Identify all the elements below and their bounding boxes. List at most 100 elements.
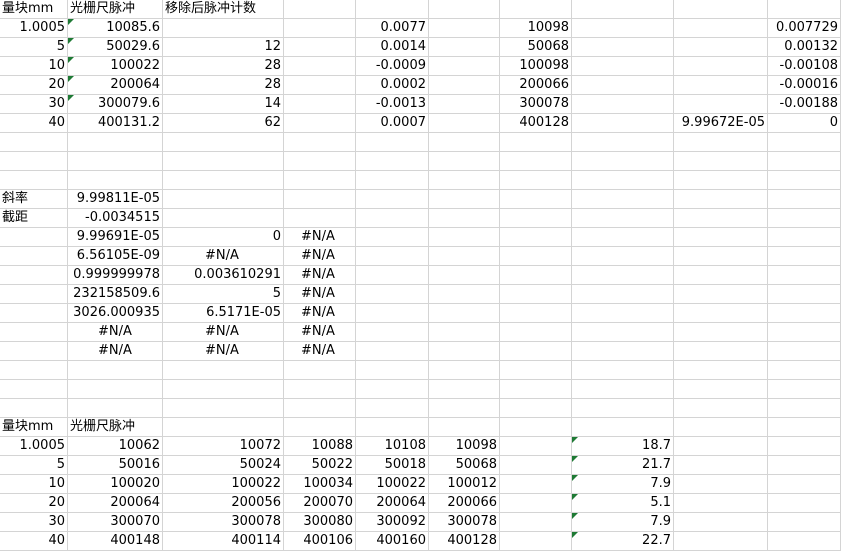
grid-cell[interactable] [0,228,68,247]
grid-cell[interactable]: 10 [0,57,68,76]
grid-cell[interactable] [674,342,768,361]
grid-cell[interactable] [768,399,841,418]
grid-cell[interactable]: 0.007729 [768,19,841,38]
grid-cell[interactable]: #N/A [284,228,356,247]
grid-cell[interactable] [429,247,500,266]
grid-cell[interactable] [356,171,429,190]
grid-cell[interactable]: 300078 [163,513,284,532]
grid-cell[interactable]: 50022 [284,456,356,475]
grid-cell[interactable] [429,95,500,114]
grid-cell[interactable]: #N/A [163,342,284,361]
grid-cell[interactable] [429,266,500,285]
grid-cell[interactable]: 232158509.6 [68,285,163,304]
grid-cell[interactable] [500,437,572,456]
grid-cell[interactable]: 0 [768,114,841,133]
grid-cell[interactable]: 18.7 [572,437,674,456]
grid-cell[interactable]: 10 [0,475,68,494]
grid-cell[interactable] [0,361,68,380]
grid-cell[interactable] [768,171,841,190]
grid-cell[interactable] [572,228,674,247]
grid-cell[interactable] [284,380,356,399]
grid-cell[interactable] [500,209,572,228]
grid-cell[interactable] [768,494,841,513]
grid-cell[interactable] [572,190,674,209]
grid-cell[interactable]: 0.00132 [768,38,841,57]
grid-cell[interactable] [163,399,284,418]
grid-cell[interactable]: 6.56105E-09 [68,247,163,266]
grid-cell[interactable]: #N/A [284,342,356,361]
grid-cell[interactable] [429,380,500,399]
grid-cell[interactable]: 400128 [500,114,572,133]
grid-cell[interactable] [500,456,572,475]
grid-cell[interactable] [0,323,68,342]
grid-cell[interactable] [356,361,429,380]
grid-cell[interactable]: 5.1 [572,494,674,513]
grid-cell[interactable] [0,171,68,190]
grid-cell[interactable]: 100022 [163,475,284,494]
grid-cell[interactable]: #N/A [68,323,163,342]
grid-cell[interactable] [429,304,500,323]
grid-cell[interactable] [674,266,768,285]
grid-cell[interactable] [356,380,429,399]
grid-cell[interactable]: -0.0034515 [68,209,163,228]
grid-cell[interactable] [572,418,674,437]
grid-cell[interactable] [0,399,68,418]
grid-cell[interactable] [0,342,68,361]
grid-cell[interactable]: -0.0013 [356,95,429,114]
grid-cell[interactable] [768,437,841,456]
grid-cell[interactable]: 300092 [356,513,429,532]
grid-cell[interactable]: 7.9 [572,513,674,532]
grid-cell[interactable] [768,133,841,152]
grid-cell[interactable] [674,228,768,247]
grid-cell[interactable]: 300080 [284,513,356,532]
grid-cell[interactable]: 200070 [284,494,356,513]
grid-cell[interactable]: 100098 [500,57,572,76]
grid-cell[interactable]: #N/A [163,323,284,342]
grid-cell[interactable] [429,361,500,380]
grid-cell[interactable] [356,133,429,152]
grid-cell[interactable]: 截距 [0,209,68,228]
grid-cell[interactable] [429,57,500,76]
grid-cell[interactable]: 62 [163,114,284,133]
grid-cell[interactable]: 50018 [356,456,429,475]
grid-cell[interactable] [163,209,284,228]
grid-cell[interactable] [674,418,768,437]
grid-cell[interactable]: 100022 [68,57,163,76]
grid-cell[interactable]: #N/A [284,266,356,285]
grid-cell[interactable]: 6.5171E-05 [163,304,284,323]
grid-cell[interactable] [674,475,768,494]
grid-cell[interactable] [674,152,768,171]
grid-cell[interactable] [768,304,841,323]
grid-cell[interactable]: 0.003610291 [163,266,284,285]
grid-cell[interactable] [356,323,429,342]
grid-cell[interactable] [429,228,500,247]
grid-cell[interactable] [429,19,500,38]
grid-cell[interactable]: 10088 [284,437,356,456]
grid-cell[interactable] [284,19,356,38]
grid-cell[interactable] [356,209,429,228]
grid-cell[interactable] [284,114,356,133]
grid-cell[interactable]: 7.9 [572,475,674,494]
grid-cell[interactable] [163,19,284,38]
grid-cell[interactable] [68,380,163,399]
grid-cell[interactable]: #N/A [284,285,356,304]
grid-cell[interactable]: 0.0002 [356,76,429,95]
grid-cell[interactable] [572,266,674,285]
grid-cell[interactable] [284,361,356,380]
grid-cell[interactable] [572,133,674,152]
grid-cell[interactable] [429,114,500,133]
grid-cell[interactable] [674,209,768,228]
grid-cell[interactable]: 300079.6 [68,95,163,114]
grid-cell[interactable] [356,304,429,323]
grid-cell[interactable]: 100012 [429,475,500,494]
grid-cell[interactable] [284,57,356,76]
grid-cell[interactable] [429,171,500,190]
grid-cell[interactable]: 3026.000935 [68,304,163,323]
grid-cell[interactable]: 14 [163,95,284,114]
grid-cell[interactable] [500,304,572,323]
grid-cell[interactable] [674,285,768,304]
grid-cell[interactable] [429,285,500,304]
grid-cell[interactable] [284,171,356,190]
grid-cell[interactable] [674,437,768,456]
grid-cell[interactable] [768,266,841,285]
